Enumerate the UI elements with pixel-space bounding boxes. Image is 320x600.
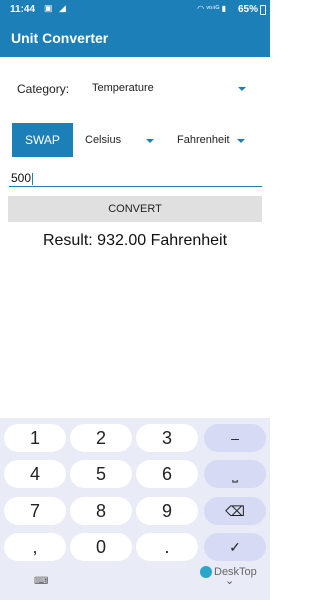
watermark: DeskTop xyxy=(200,566,257,579)
key-1[interactable]: 1 xyxy=(4,424,66,452)
category-value: Temperature xyxy=(92,82,154,94)
status-time: 11:44 xyxy=(10,4,36,15)
category-label: Category: xyxy=(17,82,70,96)
value-input[interactable]: 500 xyxy=(9,168,262,187)
app-bar: Unit Converter xyxy=(0,20,270,57)
to-unit-value: Fahrenheit xyxy=(177,134,230,146)
value-input-text: 500 xyxy=(11,171,32,185)
space-key[interactable]: ⎵ xyxy=(204,460,266,488)
key-0[interactable]: 0 xyxy=(70,533,132,561)
to-unit-spinner[interactable]: Fahrenheit xyxy=(177,130,247,152)
chevron-down-icon xyxy=(238,87,246,91)
app-title: Unit Converter xyxy=(11,30,109,46)
key-5[interactable]: 5 xyxy=(70,460,132,488)
key-2[interactable]: 2 xyxy=(70,424,132,452)
backspace-key[interactable]: ⌫ xyxy=(204,497,266,525)
keyboard-icon[interactable]: ⌨ xyxy=(34,576,48,587)
watermark-logo-icon xyxy=(200,566,212,579)
category-spinner[interactable]: Temperature xyxy=(92,78,248,100)
battery-percent: 65% xyxy=(237,4,258,15)
swap-button[interactable]: SWAP xyxy=(12,123,73,157)
key-4[interactable]: 4 xyxy=(4,460,66,488)
comma-key[interactable]: , xyxy=(4,533,66,561)
result-text: Result: 932.00 Fahrenheit xyxy=(42,232,228,249)
text-cursor xyxy=(32,172,34,185)
chevron-down-icon xyxy=(146,139,154,143)
key-8[interactable]: 8 xyxy=(70,497,132,525)
minus-key[interactable]: – xyxy=(204,424,266,452)
convert-button[interactable]: CONVERT xyxy=(8,196,262,222)
status-bar: 11:44 ▣ ◢ ◠ ᵛᵒ⁴ᴳ ▮ 65% xyxy=(0,0,270,20)
notification-icons: ▣ ◢ xyxy=(44,3,68,13)
key-3[interactable]: 3 xyxy=(136,424,198,452)
done-key[interactable]: ✓ xyxy=(204,533,266,561)
key-6[interactable]: 6 xyxy=(136,460,198,488)
key-7[interactable]: 7 xyxy=(4,497,66,525)
chevron-down-icon xyxy=(237,139,245,143)
signal-icons: ◠ ᵛᵒ⁴ᴳ ▮ xyxy=(197,4,226,13)
watermark-text: DeskTop xyxy=(214,566,257,578)
from-unit-spinner[interactable]: Celsius xyxy=(85,130,155,152)
key-9[interactable]: 9 xyxy=(136,497,198,525)
battery-icon xyxy=(260,5,266,15)
period-key[interactable]: . xyxy=(136,533,198,561)
from-unit-value: Celsius xyxy=(85,134,122,146)
